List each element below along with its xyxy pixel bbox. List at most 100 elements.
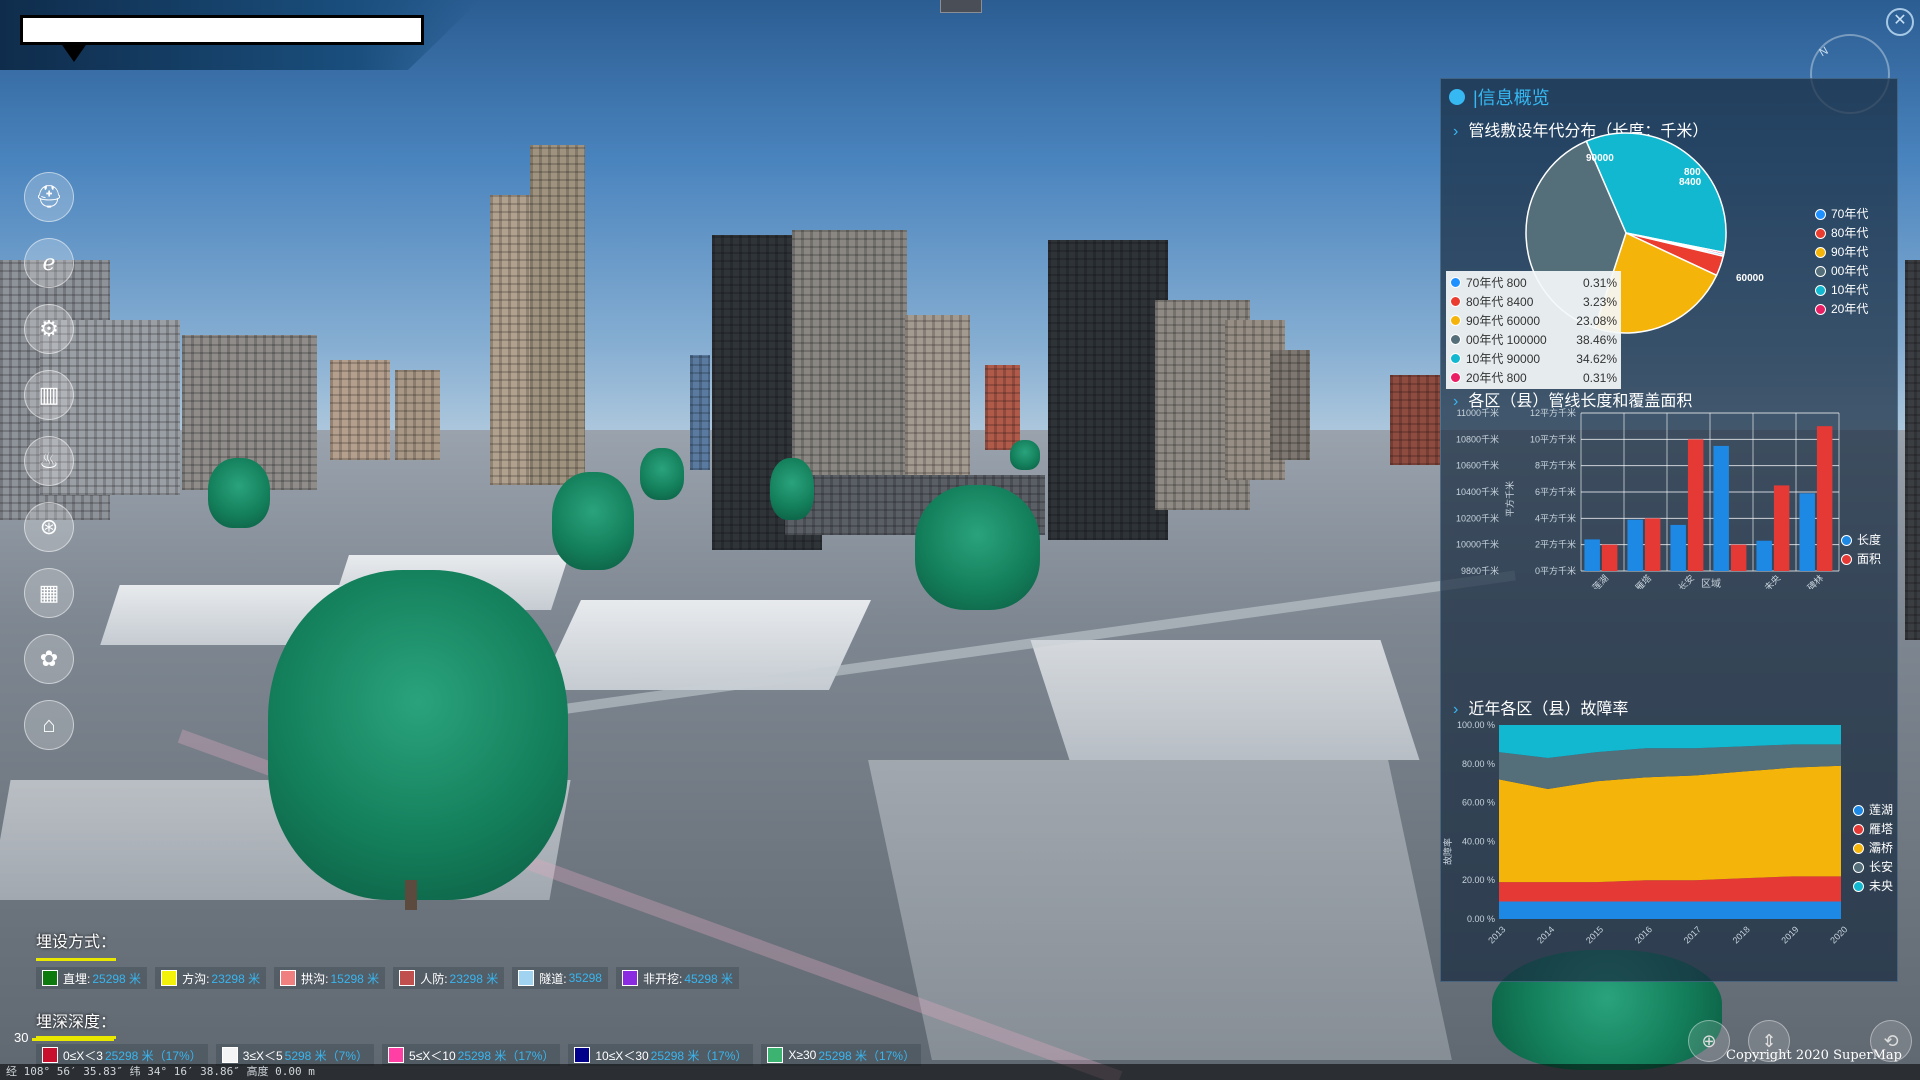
legend-swatch — [574, 1047, 591, 1063]
legend-value: 5298 米（7%） — [284, 1048, 369, 1063]
bar-area[interactable] — [1730, 544, 1747, 571]
tree-trunk — [405, 880, 417, 910]
bar-area[interactable] — [1644, 518, 1661, 571]
legend-label: 长度 — [1857, 533, 1882, 547]
legend-dot — [1815, 266, 1826, 277]
legend-item[interactable]: 灞桥 — [1853, 839, 1893, 858]
burial-legend-item[interactable]: 人防: 23298 米 — [393, 967, 505, 989]
copyright-text: Copyright 2020 SuperMap — [1726, 1048, 1902, 1063]
bar-length[interactable] — [1713, 445, 1729, 571]
zoom-control[interactable]: ⊕ — [1688, 1020, 1730, 1062]
analysis-tool-button[interactable]: ▥ — [24, 370, 74, 420]
legend-value: 25298 米（17%） — [457, 1048, 555, 1063]
x-tick-label: 2020 — [1828, 924, 1849, 945]
legend-label: 0≤X＜3 — [63, 1048, 103, 1063]
bar-length[interactable] — [1670, 524, 1686, 571]
close-button[interactable]: ✕ — [1886, 8, 1914, 36]
burial-legend-item[interactable]: 隧道: 35298 — [512, 967, 608, 989]
y-axis-label: 故障率 — [1442, 838, 1453, 865]
bar-area[interactable] — [1601, 544, 1618, 571]
x-tick-label: 长安 — [1676, 572, 1697, 589]
depth-legend-item[interactable]: 0≤X＜3 25298 米（17%） — [36, 1044, 208, 1066]
compass-north-label: N — [1817, 44, 1831, 60]
legend-label: X≥30 — [788, 1048, 817, 1062]
bar-area[interactable] — [1773, 485, 1790, 571]
burial-legend-item[interactable]: 直埋: 25298 米 — [36, 967, 148, 989]
legend-item[interactable]: 长度 — [1841, 531, 1881, 550]
settings-tool-button[interactable]: ⚙ — [24, 304, 74, 354]
x-tick-label: 2018 — [1731, 924, 1752, 945]
tooltip-row: 90年代 60000 23.08% — [1450, 311, 1617, 330]
bar-area[interactable] — [1687, 439, 1704, 571]
area-chart[interactable]: 0.00 % 20.00 % 40.00 % 60.00 % 80.00 % 100.00… — [1441, 715, 1899, 983]
legend-item[interactable]: 20年代 — [1815, 300, 1868, 319]
building — [1270, 350, 1310, 460]
legend-dot — [1853, 862, 1864, 873]
y-tick-label: 40.00 % — [1462, 836, 1495, 846]
legend-label: 20年代 — [1831, 302, 1869, 316]
depth-legend-title: 埋深深度： — [36, 1014, 117, 1031]
left-toolbar: ⛑ ℯ ⚙ ▥ ♨ ⊛ ▦ ✿ ⌂ — [24, 172, 76, 766]
rooftop — [1030, 640, 1420, 760]
legend-swatch — [621, 970, 638, 986]
legend-dot — [1450, 296, 1461, 307]
legend-dot — [1815, 285, 1826, 296]
legend-item[interactable]: 莲湖 — [1853, 801, 1893, 820]
tooltip-pct: 23.08% — [1576, 313, 1617, 328]
tooltip-row: 20年代 800 0.31% — [1450, 368, 1617, 387]
bar-length[interactable] — [1756, 540, 1772, 571]
legend-value: 23298 米 — [211, 971, 261, 986]
layer-tool-button[interactable]: ⛑ — [24, 172, 74, 222]
tooltip-row: 00年代 100000 38.46% — [1450, 330, 1617, 349]
tooltip-label: 10年代 90000 — [1466, 352, 1541, 366]
depth-legend-item[interactable]: 5≤X＜10 25298 米（17%） — [382, 1044, 561, 1066]
legend-item[interactable]: 面积 — [1841, 550, 1881, 569]
tooltip-label: 80年代 8400 — [1466, 295, 1534, 309]
legend-item[interactable]: 00年代 — [1815, 262, 1868, 281]
legend-item[interactable]: 70年代 — [1815, 205, 1868, 224]
legend-item[interactable]: 80年代 — [1815, 224, 1868, 243]
network-tool-button[interactable]: ⊛ — [24, 502, 74, 552]
legend-label: 雁塔 — [1869, 822, 1894, 836]
burial-legend-item[interactable]: 拱沟: 15298 米 — [274, 967, 386, 989]
x-tick-label: 未央 — [1762, 572, 1783, 589]
cluster-tool-button[interactable]: ✿ — [24, 634, 74, 684]
depth-legend-item[interactable]: 10≤X＜30 25298 米（17%） — [568, 1044, 754, 1066]
bar-length[interactable] — [1627, 519, 1643, 571]
depth-legend-item[interactable]: 3≤X＜5 5298 米（7%） — [215, 1044, 375, 1066]
burial-legend-item[interactable]: 方沟: 23298 米 — [155, 967, 267, 989]
fire-tool-button[interactable]: ♨ — [24, 436, 74, 486]
willow-tree — [770, 458, 814, 520]
browser-tool-button[interactable]: ℯ — [24, 238, 74, 288]
legend-item[interactable]: 90年代 — [1815, 243, 1868, 262]
legend-value: 15298 米 — [330, 971, 380, 986]
depth-legend-item[interactable]: X≥30 25298 米（17%） — [761, 1044, 922, 1066]
bar-area[interactable] — [1816, 426, 1833, 571]
building — [530, 145, 585, 485]
bar-chart[interactable]: 9800千米 10000千米 10200千米 10400千米 10600千米 10800千… — [1441, 399, 1899, 589]
legend-item[interactable]: 未央 — [1853, 877, 1893, 896]
x-tick-label: 2014 — [1535, 924, 1556, 945]
x-tick-label: 2016 — [1633, 924, 1654, 945]
legend-item[interactable]: 长安 — [1853, 858, 1893, 877]
home-tool-button[interactable]: ⌂ — [24, 700, 74, 750]
legend-item[interactable]: 10年代 — [1815, 281, 1868, 300]
bar-length[interactable] — [1584, 539, 1600, 571]
collapse-handle[interactable] — [940, 0, 982, 13]
building-tool-button[interactable]: ▦ — [24, 568, 74, 618]
burial-legend-item[interactable]: 非开挖: 45298 米 — [615, 967, 740, 989]
bar-length[interactable] — [1799, 493, 1815, 571]
legend-item[interactable]: 雁塔 — [1853, 820, 1893, 839]
legend-dot — [1853, 824, 1864, 835]
legend-dot — [1450, 277, 1461, 288]
legend-label: 5≤X＜10 — [409, 1048, 456, 1063]
y-left-tick-label: 10600千米 — [1456, 460, 1499, 471]
area-series-莲湖[interactable] — [1499, 901, 1841, 919]
building — [1390, 375, 1440, 465]
legend-swatch — [221, 1047, 238, 1063]
legend-value: 25298 米（17%） — [104, 1048, 202, 1063]
legend-value: 35298 — [568, 971, 602, 985]
legend-label: 人防: — [420, 971, 448, 986]
legend-value: 25298 米（17%） — [818, 1048, 916, 1063]
y-axis-label: 平方千米 — [1504, 481, 1515, 517]
